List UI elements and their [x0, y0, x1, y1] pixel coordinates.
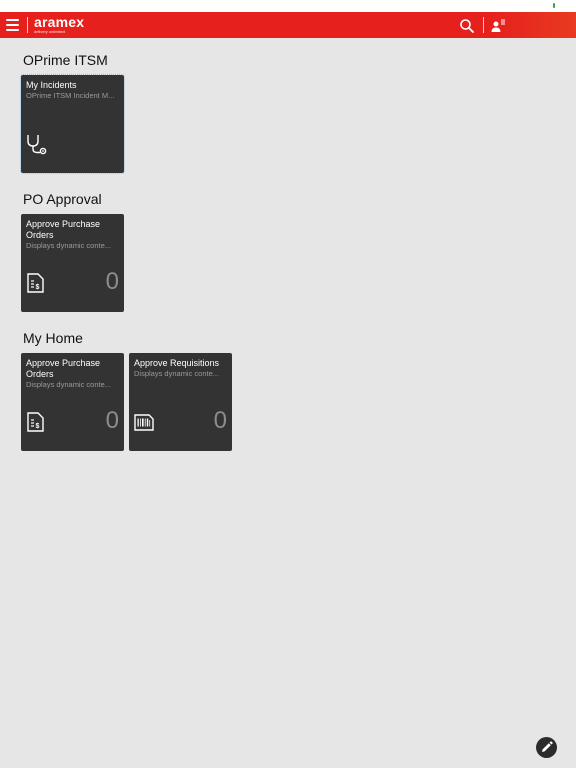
stethoscope-icon [25, 133, 47, 155]
tile-title: Approve Purchase Orders [26, 358, 101, 379]
tile-approve-requisitions[interactable]: Approve Requisitions Displays dynamic co… [129, 353, 232, 451]
user-menu-icon[interactable] [490, 17, 508, 35]
tile-approve-purchase-orders[interactable]: Approve Purchase Orders Displays dynamic… [21, 353, 124, 451]
group-title-my-home: My Home [23, 330, 83, 346]
edit-home-button[interactable] [536, 737, 557, 758]
svg-text:$: $ [36, 423, 40, 430]
group-title-oprime-itsm: OPrime ITSM [23, 52, 108, 68]
group-title-po-approval: PO Approval [23, 191, 102, 207]
tile-subtitle: Displays dynamic conte... [26, 380, 112, 389]
tile-my-incidents[interactable]: My Incidents OPrime ITSM Incident M... [20, 74, 125, 174]
logo-text: aramex [34, 14, 85, 30]
tile-title: Approve Purchase Orders [26, 219, 101, 240]
status-bar [0, 0, 576, 12]
status-indicator-icon [553, 3, 555, 8]
logo-tagline: delivery unlimited [34, 29, 65, 34]
search-icon[interactable] [459, 18, 475, 34]
pencil-icon [542, 741, 553, 752]
shell-header: aramex delivery unlimited [0, 12, 576, 38]
brand-logo[interactable]: aramex delivery unlimited [34, 15, 84, 34]
tile-count: 0 [105, 268, 119, 295]
menu-icon[interactable] [6, 18, 19, 32]
svg-text:$: $ [36, 284, 40, 291]
tile-count: 0 [105, 407, 119, 434]
tile-subtitle: Displays dynamic conte... [26, 241, 112, 250]
tile-count: 0 [213, 407, 227, 434]
tile-title: My Incidents [26, 80, 77, 90]
tile-subtitle: Displays dynamic conte... [134, 369, 220, 378]
header-divider [483, 17, 484, 33]
header-divider [27, 17, 28, 33]
invoice-dollar-icon: $ [25, 272, 47, 294]
invoice-dollar-icon: $ [25, 411, 47, 433]
barcode-document-icon [133, 411, 155, 433]
tile-title: Approve Requisitions [134, 358, 220, 368]
tile-approve-purchase-orders[interactable]: Approve Purchase Orders Displays dynamic… [21, 214, 124, 312]
tile-subtitle: OPrime ITSM Incident M... [26, 91, 115, 100]
